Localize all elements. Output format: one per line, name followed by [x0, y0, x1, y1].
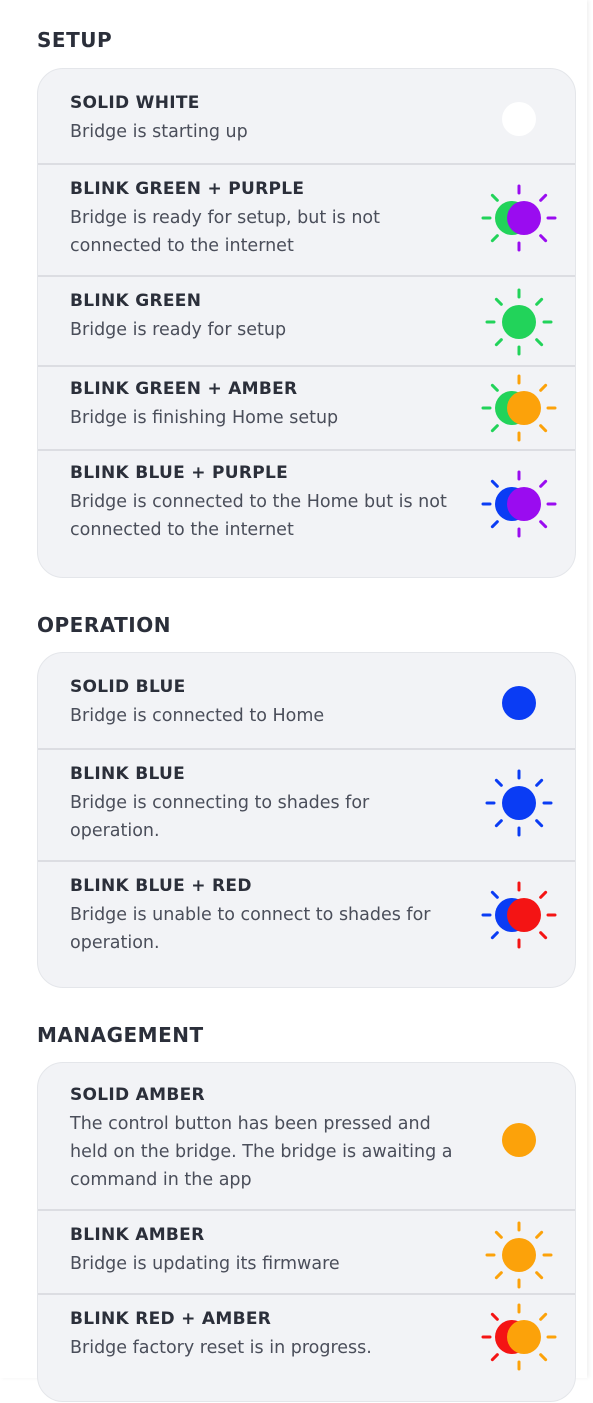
led-ray [535, 297, 544, 306]
led-ray [490, 383, 499, 392]
status-title: BLINK GREEN + AMBER [70, 379, 298, 399]
status-description: Bridge is updating its firmware [70, 1254, 340, 1274]
led-circle [502, 102, 536, 136]
led-ray [490, 890, 499, 899]
led-ray [490, 424, 499, 433]
led-ray [535, 778, 544, 787]
led-blink-green-amber-icon [481, 373, 557, 443]
status-description: Bridge factory reset is in progress. [70, 1338, 372, 1358]
status-title: SOLID AMBER [70, 1085, 205, 1105]
led-ray [539, 1312, 548, 1321]
list-item: SOLID AMBER The control button has been … [38, 1063, 575, 1209]
list-item: BLINK BLUE + PURPLE Bridge is connected … [38, 449, 575, 577]
led-circle-front [507, 898, 541, 932]
status-description: Bridge is ready for setup, but is not co… [70, 208, 381, 256]
status-description: Bridge is finishing Home setup [70, 408, 339, 428]
led-ray [539, 383, 548, 392]
led-ray [539, 1353, 548, 1362]
led-ray [539, 890, 548, 899]
list-item: BLINK GREEN Bridge is ready for setup [38, 275, 575, 365]
led-ray [539, 931, 548, 940]
status-description: Bridge is starting up [70, 122, 248, 142]
status-description: Bridge is unable to connect to shades fo… [70, 905, 431, 953]
led-ray [490, 193, 499, 202]
led-circle [502, 1238, 536, 1272]
status-title: BLINK GREEN [70, 291, 202, 311]
list-item: SOLID BLUE Bridge is connected to Home [38, 653, 575, 748]
led-blink-amber-icon [481, 1220, 557, 1290]
led-ray [490, 931, 499, 940]
led-ray [490, 479, 499, 488]
status-description: Bridge is connected to the Home but is n… [70, 492, 447, 540]
section-title-setup: SETUP [37, 28, 113, 52]
management-card: SOLID AMBER The control button has been … [37, 1062, 576, 1402]
status-title: SOLID WHITE [70, 93, 200, 113]
led-blink-red-amber-icon [481, 1302, 557, 1372]
led-ray [539, 424, 548, 433]
led-solid-blue-icon [481, 668, 557, 738]
status-title: BLINK GREEN + PURPLE [70, 179, 305, 199]
led-solid-white-icon [481, 84, 557, 154]
status-title: BLINK BLUE + RED [70, 876, 252, 896]
led-ray [539, 520, 548, 529]
status-title: BLINK BLUE + PURPLE [70, 463, 289, 483]
led-ray [490, 234, 499, 243]
led-ray [494, 819, 503, 828]
status-title: BLINK BLUE [70, 764, 186, 784]
status-title: SOLID BLUE [70, 677, 186, 697]
list-item: BLINK BLUE + RED Bridge is unable to con… [38, 860, 575, 987]
list-item: BLINK GREEN + PURPLE Bridge is ready for… [38, 163, 575, 275]
led-blink-green-icon [481, 287, 557, 357]
led-ray [539, 234, 548, 243]
led-ray [539, 479, 548, 488]
led-circle [502, 786, 536, 820]
led-ray [494, 1230, 503, 1239]
list-item: BLINK RED + AMBER Bridge factory reset i… [38, 1293, 575, 1403]
operation-card: SOLID BLUE Bridge is connected to Home B… [37, 652, 576, 988]
led-circle [502, 1123, 536, 1157]
status-description: Bridge is ready for setup [70, 320, 287, 340]
led-circle [502, 686, 536, 720]
led-ray [490, 520, 499, 529]
led-circle-front [507, 201, 541, 235]
led-blink-blue-icon [481, 768, 557, 838]
led-ray [535, 1271, 544, 1280]
status-title: BLINK RED + AMBER [70, 1309, 272, 1329]
list-item: SOLID WHITE Bridge is starting up [38, 69, 575, 163]
section-title-operation: OPERATION [37, 613, 171, 637]
led-ray [490, 1353, 499, 1362]
led-ray [535, 338, 544, 347]
led-guide-page: SETUP SOLID WHITE Bridge is starting up … [0, 0, 587, 1402]
led-circle-front [507, 487, 541, 521]
status-description: Bridge is connecting to shades for opera… [70, 793, 370, 841]
led-ray [494, 778, 503, 787]
setup-card: SOLID WHITE Bridge is starting up BLINK … [37, 68, 576, 578]
led-ray [539, 193, 548, 202]
led-ray [494, 297, 503, 306]
list-item: BLINK GREEN + AMBER Bridge is finishing … [38, 365, 575, 449]
list-item: BLINK AMBER Bridge is updating its firmw… [38, 1209, 575, 1293]
status-description: The control button has been pressed and … [70, 1114, 453, 1190]
led-blink-green-purple-icon [481, 183, 557, 253]
led-ray [494, 338, 503, 347]
section-title-management: MANAGEMENT [37, 1023, 204, 1047]
list-item: BLINK BLUE Bridge is connecting to shade… [38, 748, 575, 860]
led-ray [490, 1312, 499, 1321]
led-ray [535, 819, 544, 828]
led-solid-amber-icon [481, 1105, 557, 1175]
led-blink-blue-purple-icon [481, 469, 557, 539]
status-title: BLINK AMBER [70, 1225, 205, 1245]
led-circle-front [507, 1320, 541, 1354]
led-blink-blue-red-icon [481, 880, 557, 950]
led-circle-front [507, 391, 541, 425]
led-circle [502, 305, 536, 339]
status-description: Bridge is connected to Home [70, 706, 325, 726]
led-ray [494, 1271, 503, 1280]
led-ray [535, 1230, 544, 1239]
